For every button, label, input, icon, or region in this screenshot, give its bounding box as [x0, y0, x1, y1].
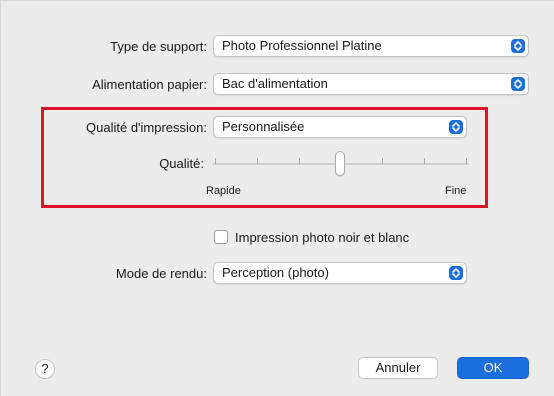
- rendering-mode-popup[interactable]: Perception (photo): [213, 262, 467, 284]
- paper-feed-value: Bac d'alimentation: [222, 76, 328, 91]
- paper-feed-label: Alimentation papier:: [92, 77, 207, 92]
- chevron-up-down-icon: [449, 266, 463, 280]
- quality-slider-thumb[interactable]: [335, 151, 345, 176]
- paper-feed-popup[interactable]: Bac d'alimentation: [213, 73, 529, 95]
- slider-min-label: Rapide: [206, 185, 241, 197]
- type-support-value: Photo Professionnel Platine: [222, 38, 382, 53]
- chevron-up-down-icon: [511, 39, 525, 53]
- slider-tick: [424, 158, 425, 164]
- slider-tick: [466, 158, 467, 164]
- slider-max-label: Fine: [445, 185, 467, 197]
- chevron-up-down-icon: [449, 120, 463, 134]
- rendering-mode-value: Perception (photo): [222, 265, 329, 280]
- type-support-label: Type de support:: [110, 39, 207, 54]
- ok-button[interactable]: OK: [457, 357, 529, 379]
- slider-tick: [299, 158, 300, 164]
- print-settings-dialog: Type de support: Photo Professionnel Pla…: [0, 0, 554, 396]
- chevron-up-down-icon: [511, 77, 525, 91]
- type-support-popup[interactable]: Photo Professionnel Platine: [213, 35, 529, 57]
- print-quality-popup[interactable]: Personnalisée: [213, 116, 467, 138]
- slider-tick: [215, 158, 216, 164]
- bw-photo-label: Impression photo noir et blanc: [235, 230, 410, 245]
- help-button[interactable]: ?: [35, 359, 55, 379]
- print-quality-value: Personnalisée: [222, 119, 305, 134]
- slider-tick: [257, 158, 258, 164]
- bw-photo-checkbox[interactable]: [214, 230, 228, 244]
- cancel-button[interactable]: Annuler: [358, 357, 438, 379]
- print-quality-label: Qualité d'impression:: [86, 120, 207, 135]
- slider-tick: [382, 158, 383, 164]
- quality-slider-label: Qualité:: [159, 156, 204, 171]
- rendering-mode-label: Mode de rendu:: [115, 266, 207, 281]
